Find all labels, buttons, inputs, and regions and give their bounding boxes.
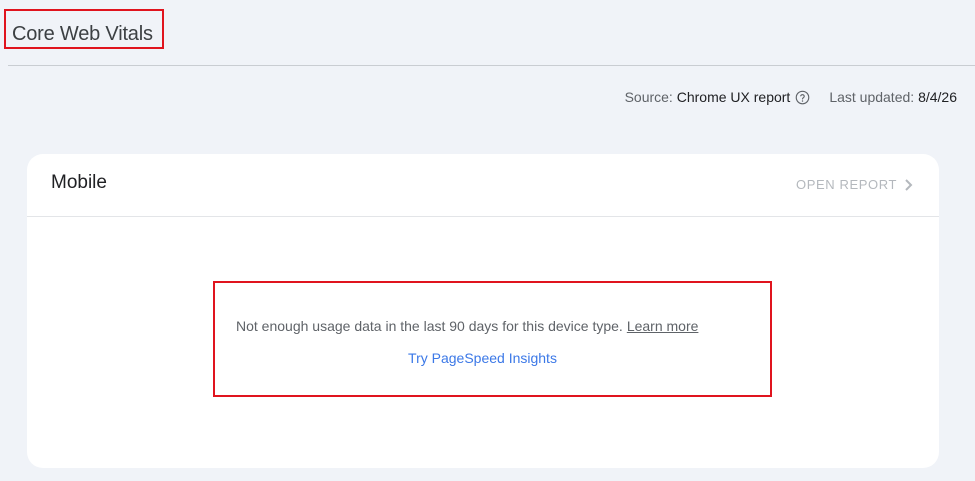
report-meta: Source: Chrome UX report Last updated: 8…	[625, 89, 957, 105]
card-title: Mobile	[51, 172, 107, 193]
page-title: Core Web Vitals	[12, 23, 153, 45]
updated-value: 8/4/26	[918, 89, 957, 105]
card-divider	[27, 216, 939, 217]
help-circle-icon[interactable]	[795, 90, 810, 105]
pagespeed-insights-link[interactable]: Try PageSpeed Insights	[408, 350, 557, 366]
title-divider	[8, 65, 975, 66]
notice-text: Not enough usage data in the last 90 day…	[236, 318, 623, 334]
source-value: Chrome UX report	[676, 89, 791, 105]
no-data-notice: Not enough usage data in the last 90 day…	[236, 318, 698, 334]
source-label: Source:	[624, 89, 673, 105]
notice-highlight-box	[213, 281, 772, 397]
open-report-button[interactable]: OPEN REPORT	[796, 177, 913, 192]
updated-label: Last updated:	[829, 89, 915, 105]
chevron-right-icon	[903, 178, 913, 192]
learn-more-link[interactable]: Learn more	[627, 318, 699, 334]
pagespeed-insights-row: Try PageSpeed Insights	[0, 350, 975, 366]
open-report-label: OPEN REPORT	[796, 177, 897, 192]
